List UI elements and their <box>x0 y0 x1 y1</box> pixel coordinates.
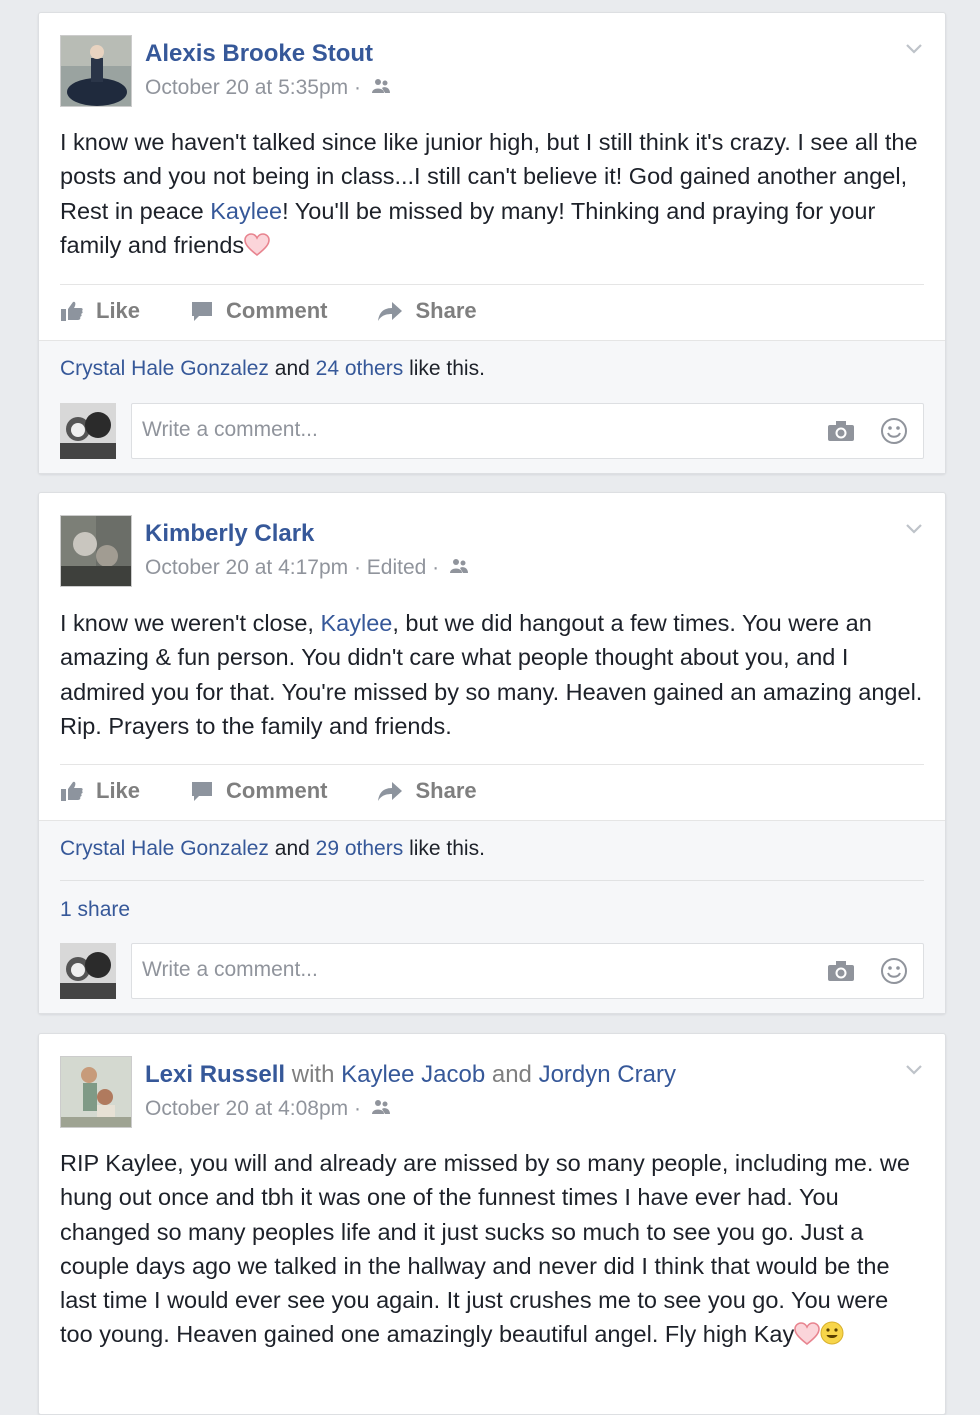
like-button[interactable]: Like <box>60 298 140 324</box>
post-timestamp[interactable]: October 20 at 4:17pm · Edited · <box>145 556 469 580</box>
chevron-down-icon[interactable] <box>905 1064 923 1076</box>
post-footer: Crystal Hale Gonzalez and 24 others like… <box>39 340 945 473</box>
mention-link[interactable]: Kaylee <box>321 610 393 636</box>
author-avatar[interactable] <box>60 1056 132 1128</box>
divider <box>60 764 924 765</box>
action-bar: Like Comment Share <box>60 771 527 811</box>
timestamp-text[interactable]: October 20 at 4:08pm · <box>145 1097 361 1120</box>
author-name[interactable]: Lexi Russell <box>145 1061 285 1088</box>
share-count-link[interactable]: 1 share <box>60 898 130 922</box>
share-icon <box>378 302 403 321</box>
like-button[interactable]: Like <box>60 778 140 804</box>
comment-icon <box>192 782 213 801</box>
divider <box>60 284 924 285</box>
smiley-icon[interactable] <box>880 957 908 985</box>
audience-icon[interactable] <box>371 76 391 100</box>
others-link[interactable]: 24 others <box>316 357 404 380</box>
comment-icon <box>192 302 213 321</box>
comment-input[interactable]: Write a comment... <box>131 943 924 999</box>
post-text: I know we haven't talked since like juni… <box>60 125 925 266</box>
timestamp-text[interactable]: October 20 at 4:17pm · Edited · <box>145 556 439 579</box>
action-bar: Like Comment Share <box>60 291 527 331</box>
audience-icon[interactable] <box>371 1097 391 1121</box>
commenter-avatar <box>60 943 116 999</box>
camera-icon[interactable] <box>827 960 855 982</box>
likes-summary: Crystal Hale Gonzalez and 24 others like… <box>60 357 485 380</box>
comment-button[interactable]: Comment <box>190 298 327 324</box>
timestamp-text[interactable]: October 20 at 5:35pm · <box>145 76 361 99</box>
post-card: Kimberly Clark October 20 at 4:17pm · Ed… <box>38 492 946 1014</box>
heart-emoji <box>244 232 270 266</box>
smiley-icon[interactable] <box>880 417 908 445</box>
chevron-down-icon[interactable] <box>905 43 923 55</box>
liker-link[interactable]: Crystal Hale Gonzalez <box>60 837 269 860</box>
share-button[interactable]: Share <box>377 298 477 324</box>
like-icon <box>61 781 83 801</box>
tagged-friend-link[interactable]: Kaylee Jacob <box>341 1061 485 1088</box>
heart-emoji <box>794 1321 821 1355</box>
chevron-down-icon[interactable] <box>905 523 923 535</box>
share-icon <box>378 782 403 801</box>
post-timestamp[interactable]: October 20 at 5:35pm · <box>145 76 391 100</box>
post-text: RIP Kaylee, you will and already are mis… <box>60 1146 925 1356</box>
share-button[interactable]: Share <box>377 778 477 804</box>
mention-link[interactable]: Kaylee <box>210 198 282 224</box>
likes-summary: Crystal Hale Gonzalez and 29 others like… <box>60 837 485 860</box>
comment-button[interactable]: Comment <box>190 778 327 804</box>
camera-icon[interactable] <box>827 420 855 442</box>
divider <box>60 880 924 881</box>
others-link[interactable]: 29 others <box>316 837 404 860</box>
post-card: Lexi Russell with Kaylee Jacob and Jordy… <box>38 1033 946 1415</box>
author-avatar[interactable] <box>60 35 132 107</box>
post-footer: Crystal Hale Gonzalez and 29 others like… <box>39 820 945 1013</box>
audience-icon[interactable] <box>449 556 469 580</box>
post-card: Alexis Brooke Stout October 20 at 5:35pm… <box>38 12 946 474</box>
smile-emoji <box>820 1320 844 1354</box>
commenter-avatar <box>60 403 116 459</box>
post-text: I know we weren't close, Kaylee, but we … <box>60 610 923 739</box>
author-name-line: Lexi Russell with Kaylee Jacob and Jordy… <box>145 1061 676 1088</box>
liker-link[interactable]: Crystal Hale Gonzalez <box>60 357 269 380</box>
author-name[interactable]: Kimberly Clark <box>145 520 314 548</box>
tagged-friend-link[interactable]: Jordyn Crary <box>539 1061 676 1088</box>
post-timestamp[interactable]: October 20 at 4:08pm · <box>145 1097 391 1121</box>
comment-input[interactable]: Write a comment... <box>131 403 924 459</box>
author-name[interactable]: Alexis Brooke Stout <box>145 40 373 68</box>
author-avatar[interactable] <box>60 515 132 587</box>
like-icon <box>61 301 83 321</box>
